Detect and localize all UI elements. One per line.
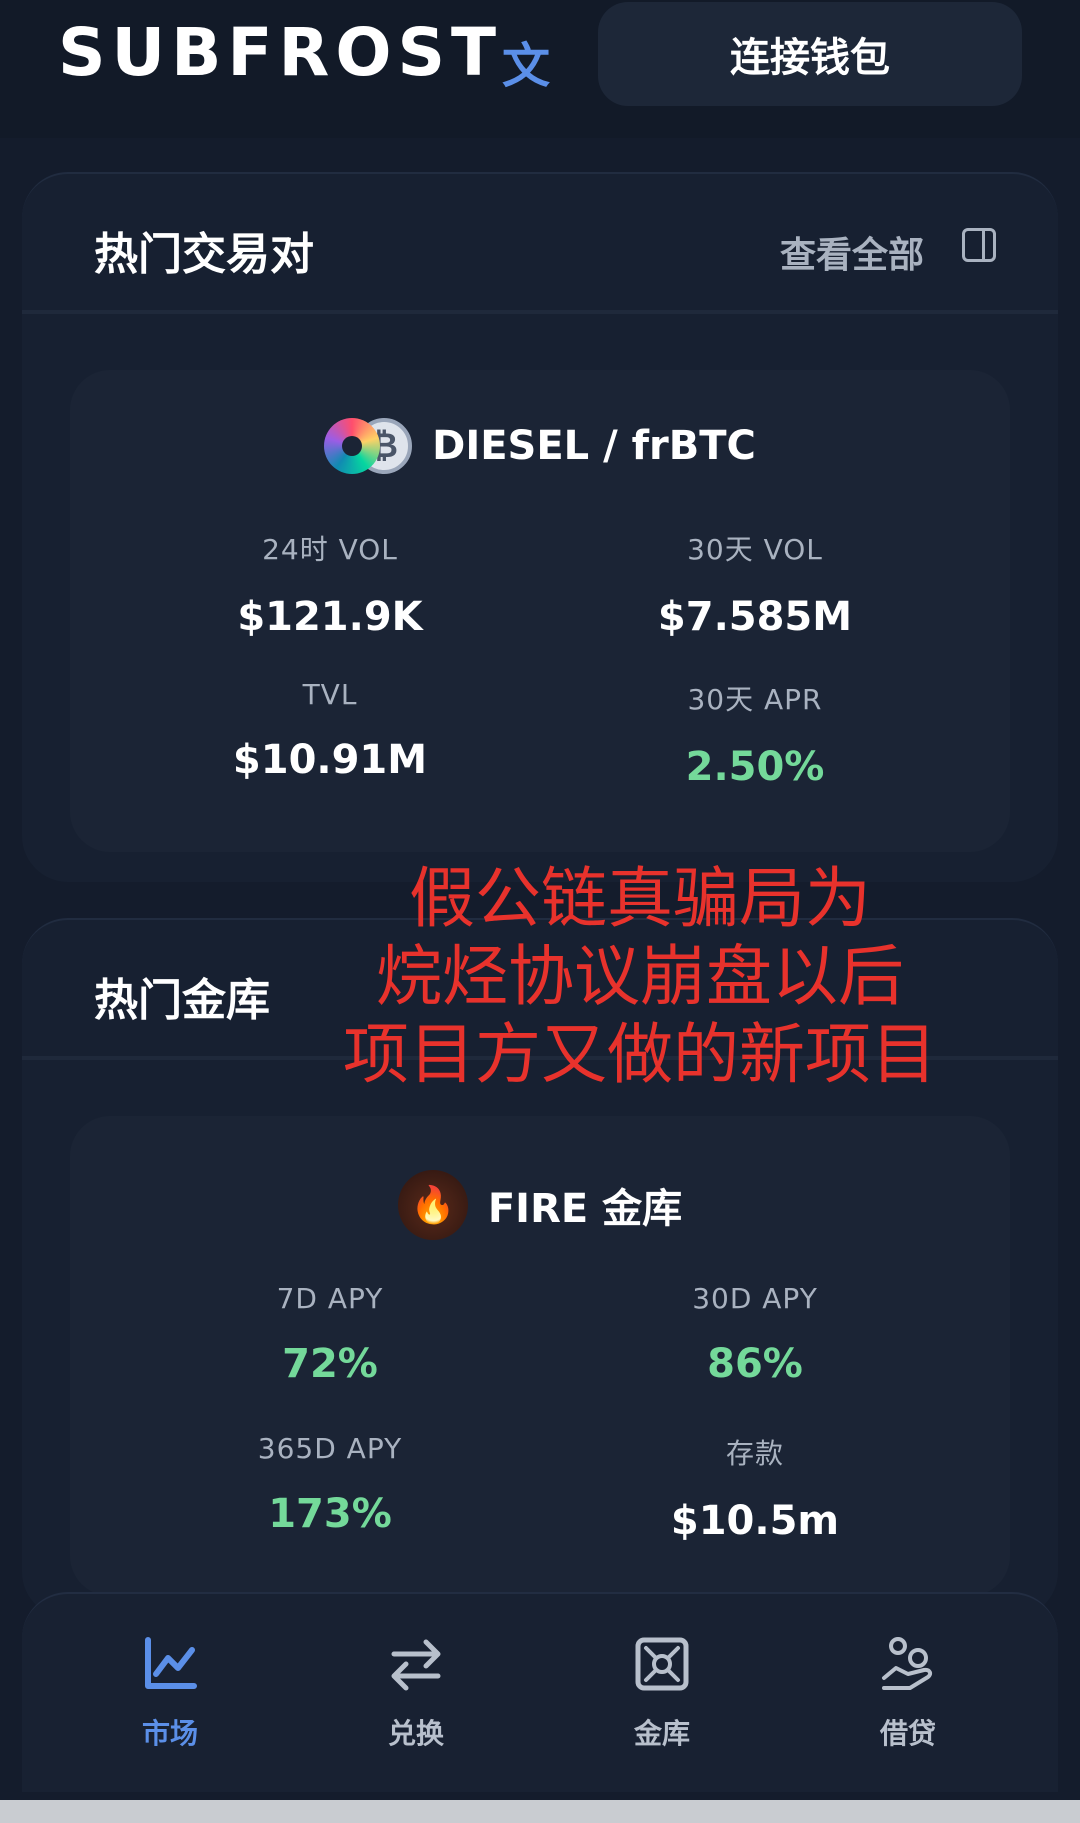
panel-icon[interactable]	[962, 228, 996, 262]
bottom-nav: 市场 兑换 金库 借贷	[22, 1592, 1058, 1792]
overlay-line-3: 项目方又做的新项目	[343, 1016, 937, 1093]
stat-deposits: 存款 $10.5m	[575, 1432, 935, 1544]
top-bar: SUBFROST 文 连接钱包	[0, 0, 1080, 138]
stat-tvl: TVL $10.91M	[150, 678, 510, 783]
stat-value: $10.91M	[232, 737, 428, 783]
stat-label: 7D APY	[276, 1282, 384, 1315]
section-title: 热门交易对	[94, 229, 314, 280]
stat-label: 30天 APR	[687, 683, 823, 716]
overlay-line-1: 假公链真骗局为	[409, 860, 871, 937]
stat-30d-apy: 30D APY 86%	[575, 1282, 935, 1387]
stat-label: 存款	[725, 1437, 784, 1470]
vault-icon	[635, 1637, 689, 1691]
stat-value: 86%	[707, 1341, 803, 1387]
view-all-link[interactable]: 查看全部	[780, 226, 924, 278]
stat-label: 365D APY	[257, 1432, 403, 1465]
lending-icon	[882, 1637, 933, 1690]
stat-30d-vol: 30天 VOL $7.585M	[575, 528, 935, 640]
nav-label: 兑换	[387, 1717, 444, 1750]
swap-icon	[391, 1639, 441, 1691]
stat-label: 24时 VOL	[262, 533, 398, 566]
nav-item-vault[interactable]: 金库	[562, 1634, 762, 1752]
pair-icons: ₿	[324, 418, 413, 474]
overlay-caption: 假公链真骗局为 烷烃协议崩盘以后 项目方又做的新项目	[300, 860, 980, 1094]
stat-30d-apr: 30天 APR 2.50%	[575, 678, 935, 790]
pair-card[interactable]: ₿ DIESEL / frBTC 24时 VOL $121.9K 30天 VOL…	[70, 370, 1010, 852]
chart-icon	[145, 1637, 197, 1689]
connect-wallet-button[interactable]: 连接钱包	[598, 2, 1022, 106]
home-indicator-strip	[0, 1800, 1080, 1823]
stat-365d-apy: 365D APY 173%	[150, 1432, 510, 1537]
nav-item-market[interactable]: 市场	[70, 1634, 270, 1752]
app-logo[interactable]: SUBFROST	[58, 14, 502, 91]
stat-label: 30D APY	[692, 1282, 818, 1315]
pair-name: DIESEL / frBTC	[432, 423, 756, 469]
hot-pairs-header: 热门交易对 查看全部	[22, 174, 1058, 314]
stat-value: 173%	[268, 1491, 392, 1537]
stat-value: $121.9K	[237, 594, 423, 640]
stat-24h-vol: 24时 VOL $121.9K	[150, 528, 510, 640]
hot-pairs-section: 热门交易对 查看全部 ₿ DIESEL / frBTC 24时 VOL $121…	[22, 172, 1058, 882]
nav-label: 金库	[633, 1717, 690, 1750]
vault-title: 🔥 FIRE 金库	[70, 1170, 1010, 1240]
stat-value: $10.5m	[670, 1498, 840, 1544]
stat-7d-apy: 7D APY 72%	[150, 1282, 510, 1387]
stat-label: TVL	[302, 678, 358, 711]
overlay-line-2: 烷烃协议崩盘以后	[376, 938, 904, 1015]
section-title: 热门金库	[94, 975, 270, 1026]
language-icon[interactable]: 文	[502, 26, 550, 96]
vault-name: FIRE 金库	[487, 1186, 683, 1232]
nav-item-swap[interactable]: 兑换	[316, 1634, 516, 1752]
stat-value: $7.585M	[657, 594, 853, 640]
pair-title: ₿ DIESEL / frBTC	[70, 418, 1010, 474]
fire-icon: 🔥	[397, 1170, 468, 1240]
stat-value: 72%	[282, 1341, 378, 1387]
vault-card[interactable]: 🔥 FIRE 金库 7D APY 72% 30D APY 86% 365D AP…	[70, 1116, 1010, 1596]
stat-label: 30天 VOL	[687, 533, 823, 566]
stat-value: 2.50%	[685, 744, 825, 790]
nav-label: 市场	[141, 1717, 198, 1750]
nav-item-lending[interactable]: 借贷	[808, 1634, 1008, 1752]
diesel-coin-icon	[324, 418, 381, 474]
nav-label: 借贷	[879, 1717, 936, 1750]
